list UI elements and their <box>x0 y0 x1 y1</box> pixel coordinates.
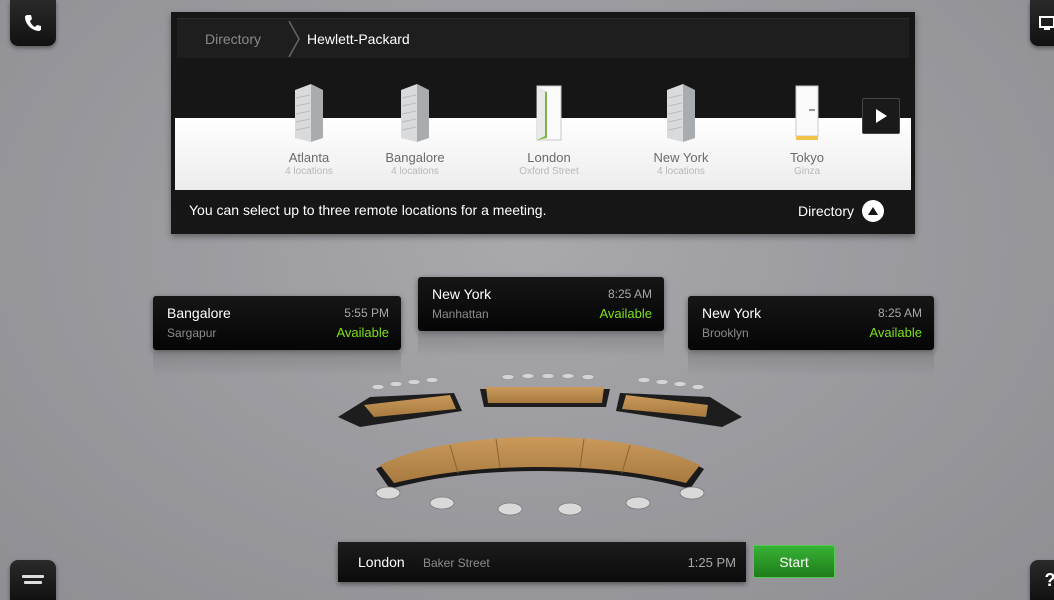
location-bangalore[interactable]: Bangalore 4 locations <box>355 82 475 177</box>
directory-toggle-label: Directory <box>798 203 855 219</box>
remote-status: Available <box>869 325 922 340</box>
help-button[interactable]: ? <box>1030 560 1054 600</box>
location-name: London <box>527 150 571 165</box>
remote-status: Available <box>599 306 652 321</box>
location-atlanta[interactable]: Atlanta 4 locations <box>249 82 369 177</box>
location-name: Atlanta <box>288 150 330 165</box>
remote-city: New York <box>432 286 492 302</box>
location-sub: 4 locations <box>285 166 333 177</box>
location-tokyo[interactable]: Tokyo Ginza <box>747 82 867 177</box>
door-open-icon <box>536 85 562 141</box>
building-icon <box>295 84 323 142</box>
help-icon: ? <box>1045 570 1054 591</box>
breadcrumb-directory[interactable]: Directory <box>205 19 261 59</box>
remote-card-center[interactable]: New York Manhattan 8:25 AM Available <box>418 277 664 331</box>
building-icon <box>667 84 695 142</box>
display-icon <box>1039 16 1054 30</box>
location-sub: 4 locations <box>391 166 439 177</box>
location-sub: Ginza <box>793 166 821 177</box>
remote-area: Brooklyn <box>702 326 749 340</box>
local-location-bar: London Baker Street 1:25 PM <box>338 542 746 582</box>
local-street: Baker Street <box>423 556 490 570</box>
call-button[interactable] <box>10 0 56 46</box>
breadcrumb: Directory Hewlett-Packard <box>177 18 909 58</box>
breadcrumb-separator-icon <box>288 21 300 57</box>
local-city: London <box>358 554 405 570</box>
location-name: New York <box>653 150 709 165</box>
remote-time: 8:25 AM <box>877 306 922 320</box>
local-time: 1:25 PM <box>687 555 736 570</box>
remote-city: New York <box>702 305 762 321</box>
location-london[interactable]: London Oxford Street <box>489 82 609 177</box>
conference-table-illustration <box>338 373 742 516</box>
collapse-up-icon <box>862 200 885 222</box>
phone-icon <box>25 15 41 31</box>
location-sub: Oxford Street <box>519 166 579 177</box>
remote-card-left[interactable]: Bangalore Sargapur 5:55 PM Available <box>153 296 401 350</box>
card-reflection <box>418 333 664 357</box>
door-icon <box>795 85 819 140</box>
location-sub: 4 locations <box>657 166 705 177</box>
play-arrow-icon <box>876 109 887 123</box>
next-locations-button[interactable] <box>862 98 900 134</box>
location-name: Bangalore <box>385 150 445 165</box>
remote-card-right[interactable]: New York Brooklyn 8:25 AM Available <box>688 296 934 350</box>
remote-status: Available <box>336 325 389 340</box>
selection-hint: You can select up to three remote locati… <box>189 202 547 218</box>
building-icon <box>401 84 429 142</box>
table-layout-icon <box>22 575 44 584</box>
directory-toggle-button[interactable]: Directory <box>798 199 885 223</box>
display-button[interactable] <box>1030 0 1054 46</box>
remote-time: 5:55 PM <box>344 306 389 320</box>
start-button[interactable]: Start <box>753 545 835 578</box>
remote-time: 8:25 AM <box>607 287 652 301</box>
breadcrumb-current: Hewlett-Packard <box>307 31 410 47</box>
location-name: Tokyo <box>790 150 824 165</box>
room-layout-button[interactable] <box>10 560 56 600</box>
remote-city: Bangalore <box>167 305 231 321</box>
remote-area: Sargapur <box>167 326 217 340</box>
directory-panel: Directory Hewlett-Packard Atlanta 4 loca… <box>171 12 915 234</box>
remote-area: Manhattan <box>432 307 489 321</box>
location-new-york[interactable]: New York 4 locations <box>621 82 741 177</box>
